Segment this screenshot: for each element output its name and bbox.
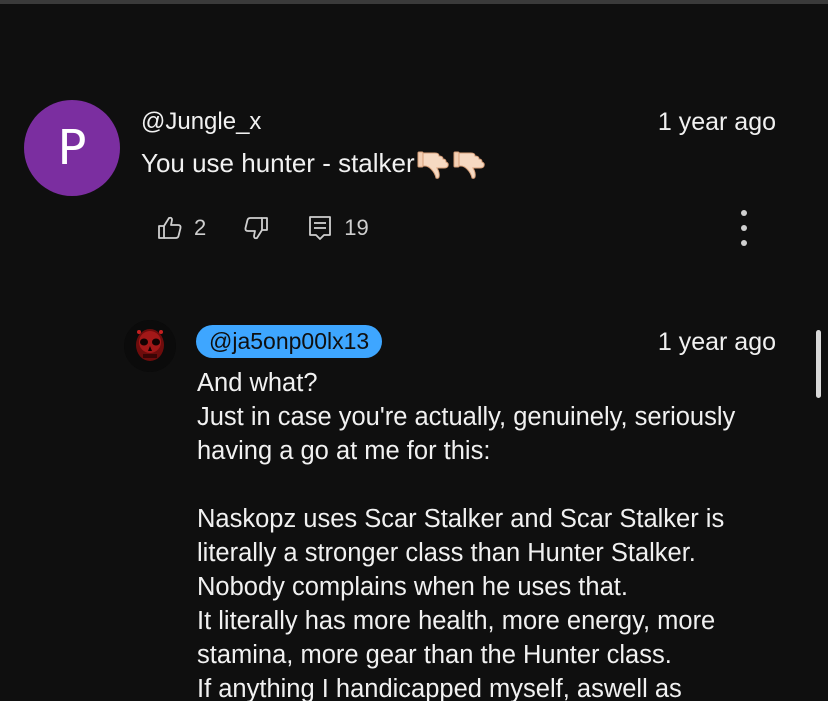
more-options-icon[interactable]	[734, 210, 754, 246]
reply-line: Nobody complains when he uses that.	[197, 573, 628, 601]
reply-line: Naskopz uses Scar Stalker and Scar Stalk…	[197, 505, 725, 533]
thumbs-down-emoji	[453, 151, 485, 179]
reply-line: It literally has more health, more energ…	[197, 607, 716, 635]
scrollbar[interactable]	[816, 330, 821, 398]
comment-text-content: You use hunter - stalker	[141, 147, 415, 178]
thumbs-down-icon	[244, 217, 269, 240]
reply-author-chip[interactable]: @ja5onp00lx13	[196, 325, 383, 358]
avatar-letter: P	[57, 120, 87, 176]
like-button[interactable]: 2	[156, 214, 206, 242]
reply-line: literally a stronger class than Hunter S…	[197, 539, 696, 567]
reply-line: Just in case you're actually, genuinely,…	[197, 403, 736, 431]
comment-text: You use hunter - stalker	[141, 146, 487, 180]
comment-actions: 2 19	[156, 210, 369, 246]
like-count: 2	[194, 215, 207, 240]
thumbs-down-emoji	[417, 151, 449, 179]
comment-icon	[309, 216, 332, 240]
comments-panel: P @Jungle_x 1 year ago You use hunter - …	[0, 0, 828, 701]
thumbs-up-icon	[158, 216, 182, 239]
more-dot	[741, 210, 747, 216]
reply-line: stamina, more gear than the Hunter class…	[197, 641, 672, 669]
skull-mask-avatar-image	[124, 320, 176, 372]
comment-author[interactable]: @Jungle_x	[141, 108, 261, 136]
reply-line: And what?	[197, 369, 318, 397]
avatar[interactable]: P	[24, 100, 120, 196]
reply-timestamp: 1 year ago	[657, 328, 776, 356]
comment-timestamp: 1 year ago	[657, 108, 776, 136]
reply-line: If anything I handicapped myself, aswell…	[197, 675, 682, 701]
top-divider	[0, 0, 828, 4]
replies-button[interactable]: 19	[306, 214, 369, 242]
reply-line: having a go at me for this:	[197, 437, 491, 465]
reply-text: And what? Just in case you're actually, …	[197, 366, 807, 701]
more-dot	[741, 240, 747, 246]
reply-count: 19	[344, 215, 369, 240]
reply-avatar[interactable]	[124, 320, 176, 372]
more-dot	[741, 225, 747, 231]
dislike-button[interactable]	[242, 214, 270, 242]
